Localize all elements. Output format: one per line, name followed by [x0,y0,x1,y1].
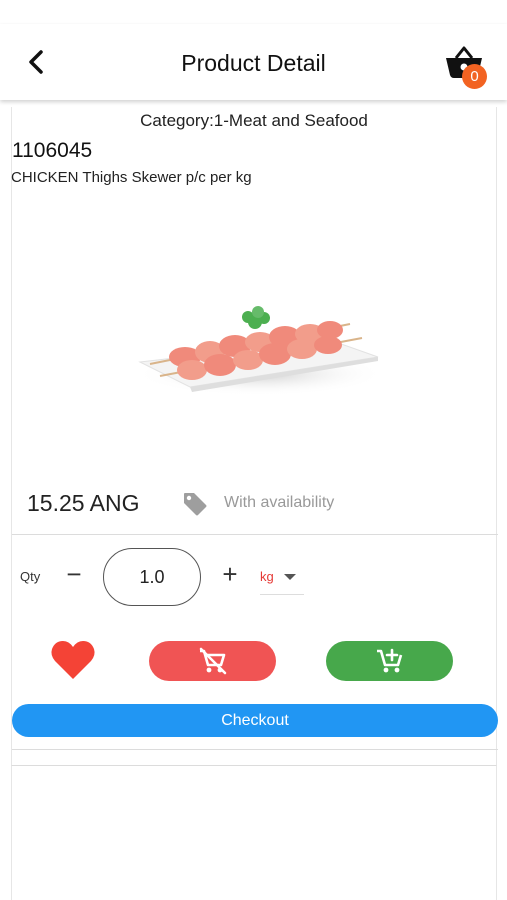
caret-down-icon [284,574,296,580]
lower-panel [11,765,497,900]
quantity-input[interactable] [103,548,201,606]
cart-button[interactable]: 0 [444,44,490,90]
product-code: 1106045 [12,139,93,162]
unit-value: kg [260,569,274,584]
add-to-cart-button[interactable] [326,641,453,681]
page-title: Product Detail [181,50,326,76]
unit-select[interactable]: kg [260,565,304,595]
divider [12,534,498,535]
checkout-button[interactable]: Checkout [12,704,498,737]
product-price: 15.25 ANG [27,490,140,516]
tag-icon [184,493,207,516]
qty-increment-button[interactable]: + [218,558,242,590]
product-card: Category:1-Meat and Seafood 1106045 CHIC… [11,107,498,767]
availability-status: With availability [224,494,335,511]
qty-label: Qty [20,569,41,584]
product-image [135,306,385,396]
remove-from-cart-button[interactable] [149,641,276,681]
product-category: Category:1-Meat and Seafood [140,111,368,130]
heart-icon [51,641,95,679]
cart-count-badge: 0 [462,64,487,89]
favorite-button[interactable] [50,639,96,685]
remove-cart-icon [199,647,226,675]
add-cart-icon [376,648,402,673]
product-detail-screen: Product Detail 0 Category:1-Meat and Sea… [0,0,507,900]
app-bar: Product Detail 0 [0,24,507,100]
product-name: CHICKEN Thighs Skewer p/c per kg [11,169,252,186]
qty-decrement-button[interactable]: − [62,558,86,590]
divider [12,749,498,750]
